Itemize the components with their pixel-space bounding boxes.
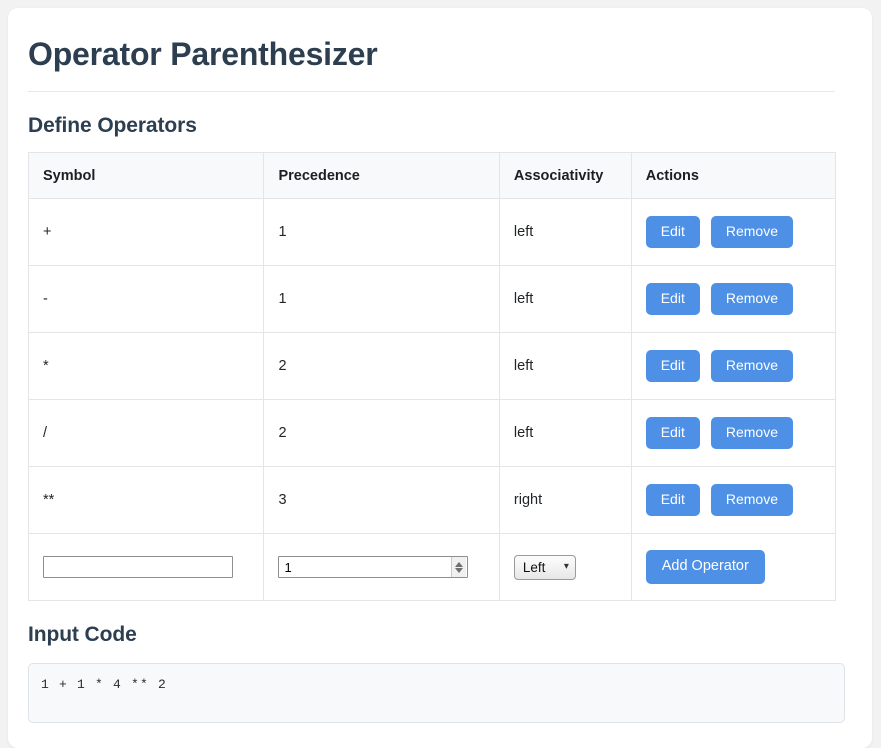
column-header-precedence: Precedence bbox=[264, 153, 499, 199]
edit-button[interactable]: Edit bbox=[646, 484, 700, 515]
cell-new-associativity: Left ▾ bbox=[499, 534, 631, 601]
table-row: / 2 left Edit Remove bbox=[29, 400, 836, 467]
cell-associativity: left bbox=[499, 400, 631, 467]
symbol-input[interactable] bbox=[43, 556, 233, 578]
operators-table: Symbol Precedence Associativity Actions … bbox=[28, 152, 836, 601]
chevron-down-icon[interactable] bbox=[455, 568, 463, 573]
table-row: + 1 left Edit Remove bbox=[29, 199, 836, 266]
cell-precedence: 3 bbox=[264, 467, 499, 534]
cell-symbol: ** bbox=[29, 467, 264, 534]
cell-precedence: 1 bbox=[264, 199, 499, 266]
cell-associativity: left bbox=[499, 266, 631, 333]
main-card: Operator Parenthesizer Define Operators … bbox=[8, 8, 872, 748]
associativity-select[interactable]: Left ▾ bbox=[514, 555, 576, 580]
remove-button[interactable]: Remove bbox=[711, 216, 793, 247]
operators-table-body: + 1 left Edit Remove - 1 left Edit Remov… bbox=[29, 199, 836, 601]
cell-associativity: right bbox=[499, 467, 631, 534]
remove-button[interactable]: Remove bbox=[711, 417, 793, 448]
chevron-down-icon: ▾ bbox=[564, 562, 569, 572]
edit-button[interactable]: Edit bbox=[646, 216, 700, 247]
remove-button[interactable]: Remove bbox=[711, 283, 793, 314]
table-header-row: Symbol Precedence Associativity Actions bbox=[29, 153, 836, 199]
number-spinner[interactable] bbox=[451, 557, 466, 577]
cell-precedence: 2 bbox=[264, 400, 499, 467]
cell-actions: Edit Remove bbox=[631, 467, 835, 534]
define-operators-heading: Define Operators bbox=[28, 114, 844, 138]
cell-new-symbol bbox=[29, 534, 264, 601]
column-header-actions: Actions bbox=[631, 153, 835, 199]
cell-symbol: + bbox=[29, 199, 264, 266]
page-title: Operator Parenthesizer bbox=[28, 36, 835, 92]
code-input[interactable]: 1 + 1 * 4 ** 2 bbox=[28, 663, 845, 723]
cell-symbol: * bbox=[29, 333, 264, 400]
table-row: * 2 left Edit Remove bbox=[29, 333, 836, 400]
cell-actions: Edit Remove bbox=[631, 266, 835, 333]
cell-associativity: left bbox=[499, 333, 631, 400]
cell-actions: Edit Remove bbox=[631, 400, 835, 467]
cell-actions: Edit Remove bbox=[631, 199, 835, 266]
cell-new-precedence bbox=[264, 534, 499, 601]
table-row: ** 3 right Edit Remove bbox=[29, 467, 836, 534]
cell-precedence: 1 bbox=[264, 266, 499, 333]
associativity-select-value: Left bbox=[523, 560, 546, 575]
cell-new-actions: Add Operator bbox=[631, 534, 835, 601]
chevron-up-icon[interactable] bbox=[455, 562, 463, 567]
edit-button[interactable]: Edit bbox=[646, 350, 700, 381]
precedence-input[interactable] bbox=[278, 556, 468, 578]
edit-button[interactable]: Edit bbox=[646, 417, 700, 448]
cell-symbol: - bbox=[29, 266, 264, 333]
table-row: - 1 left Edit Remove bbox=[29, 266, 836, 333]
cell-precedence: 2 bbox=[264, 333, 499, 400]
input-code-heading: Input Code bbox=[28, 623, 844, 647]
column-header-associativity: Associativity bbox=[499, 153, 631, 199]
add-operator-button[interactable]: Add Operator bbox=[646, 550, 765, 584]
cell-symbol: / bbox=[29, 400, 264, 467]
new-operator-row: Left ▾ Add Operator bbox=[29, 534, 836, 601]
operators-table-head: Symbol Precedence Associativity Actions bbox=[29, 153, 836, 199]
cell-associativity: left bbox=[499, 199, 631, 266]
column-header-symbol: Symbol bbox=[29, 153, 264, 199]
precedence-stepper bbox=[278, 556, 468, 578]
cell-actions: Edit Remove bbox=[631, 333, 835, 400]
edit-button[interactable]: Edit bbox=[646, 283, 700, 314]
remove-button[interactable]: Remove bbox=[711, 484, 793, 515]
remove-button[interactable]: Remove bbox=[711, 350, 793, 381]
